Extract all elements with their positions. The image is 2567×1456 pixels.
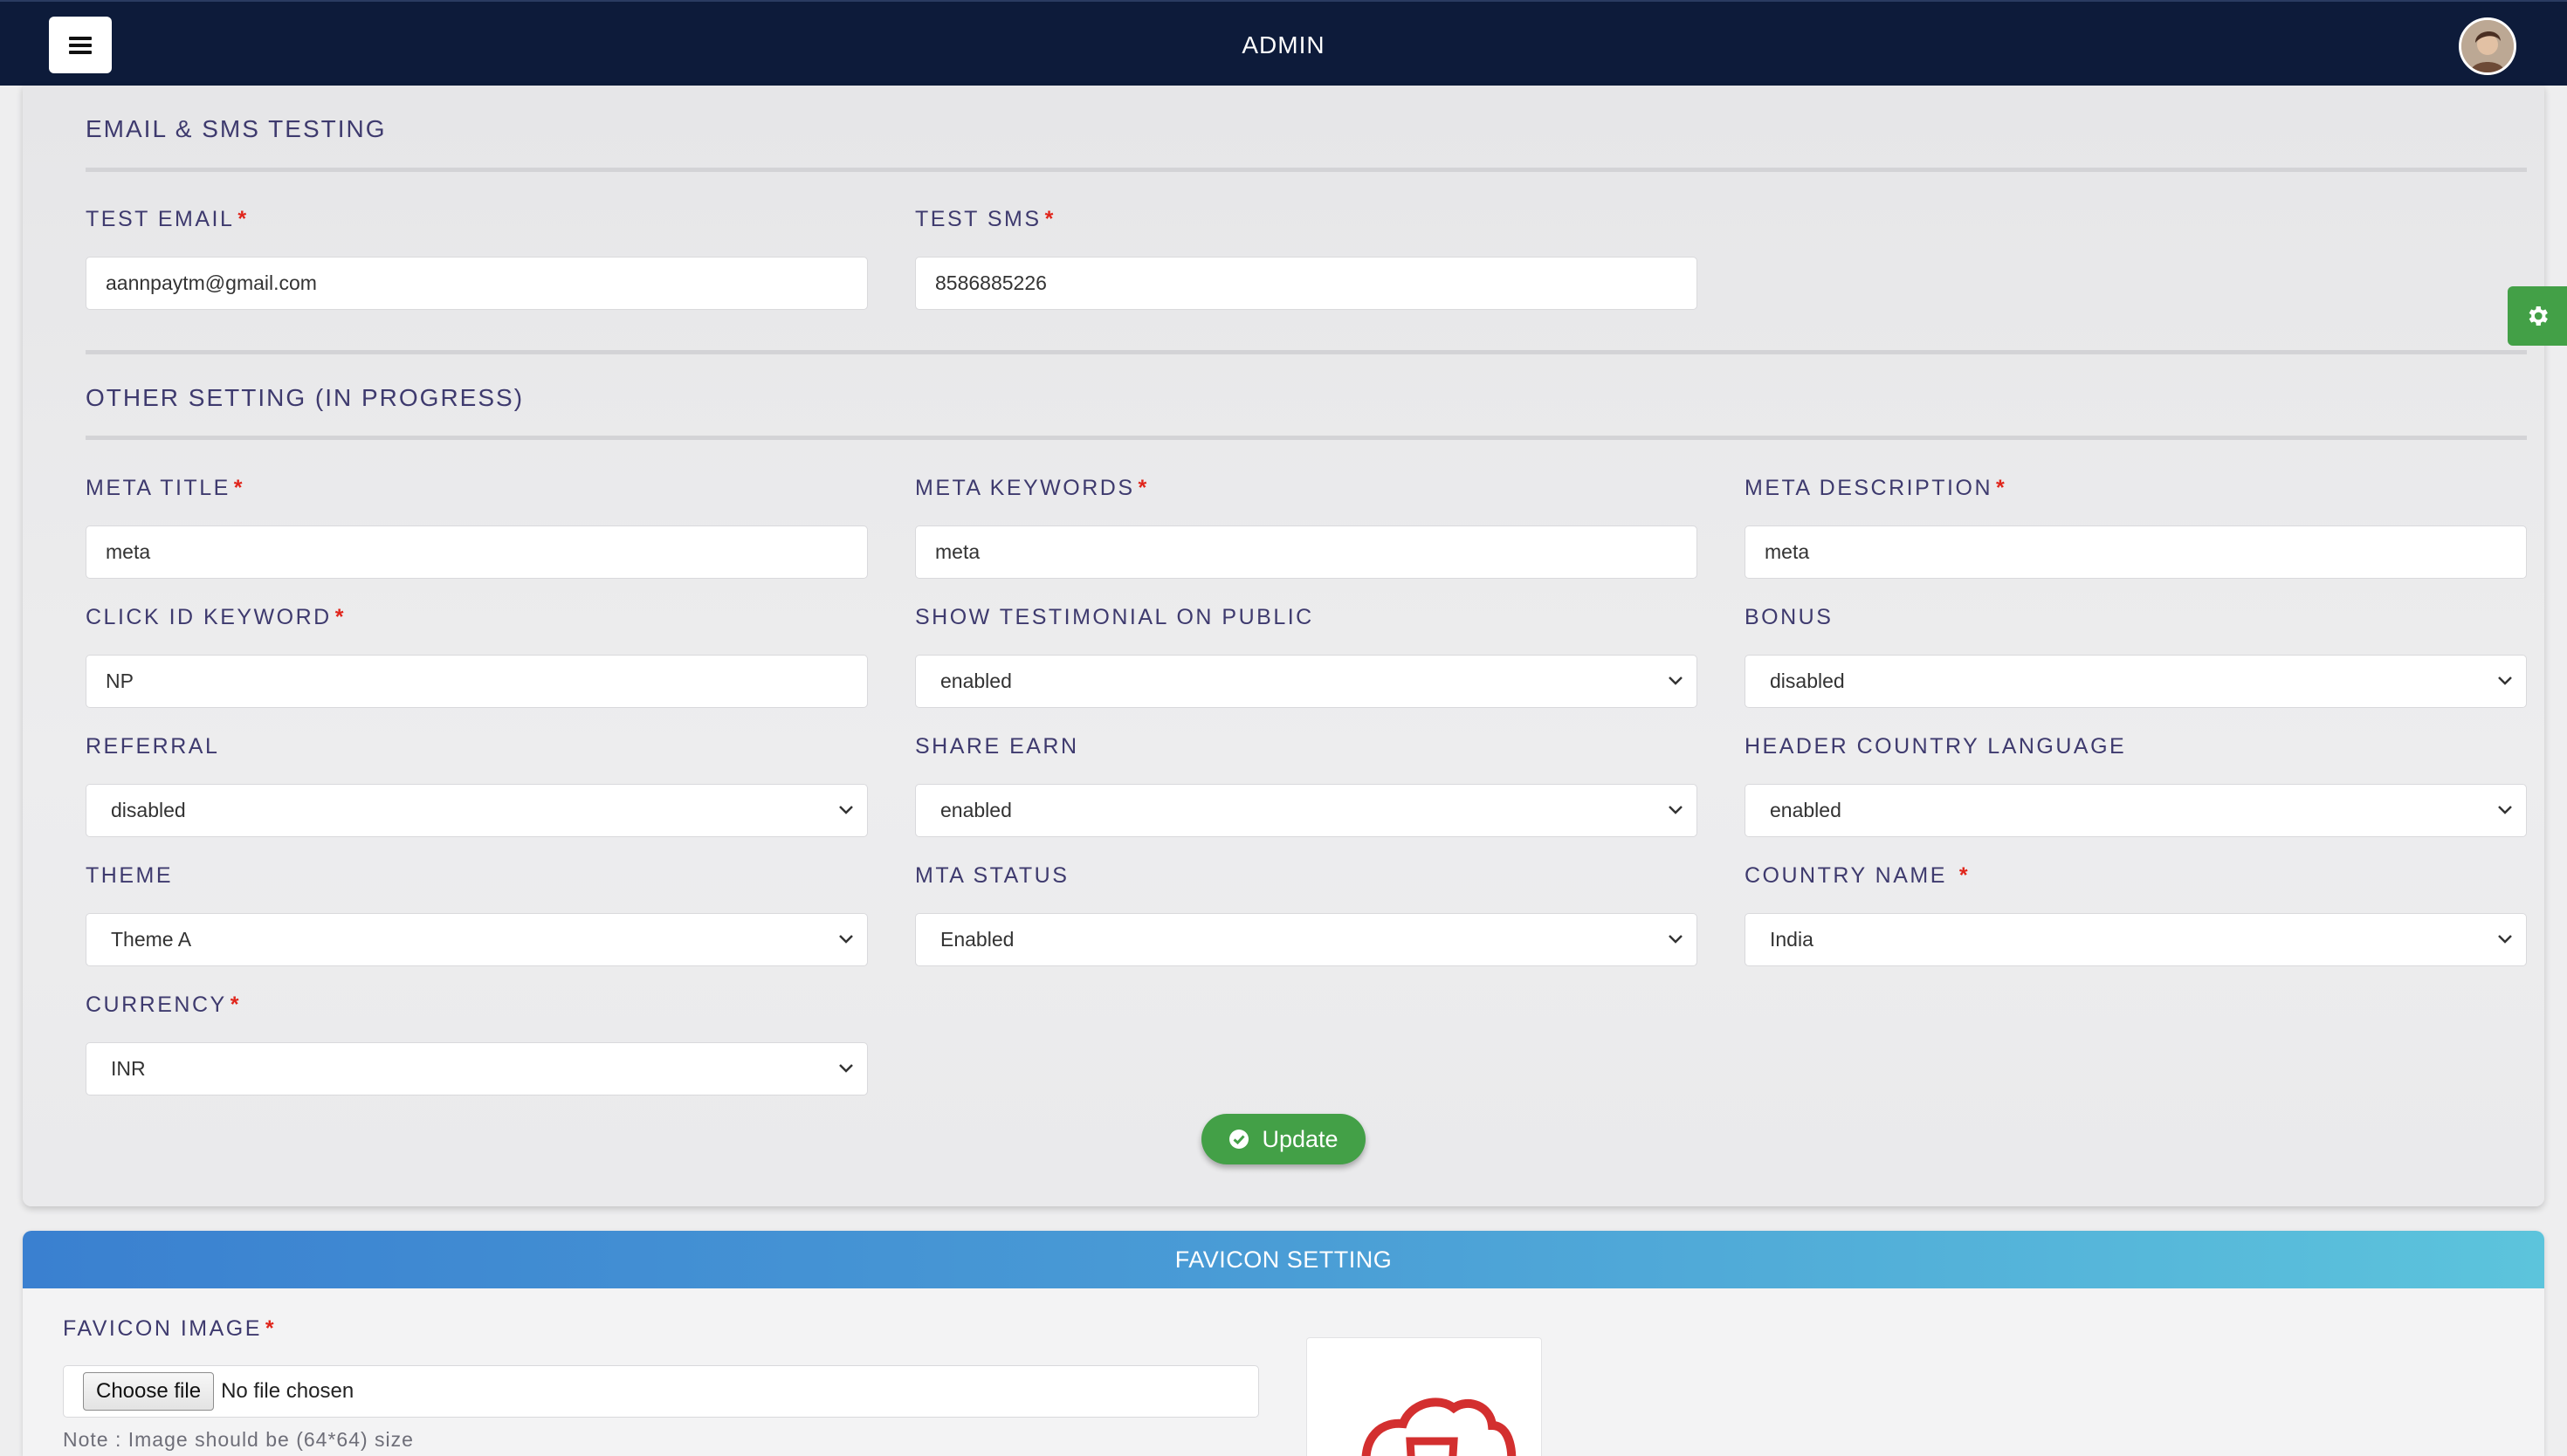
country-name-value: India: [1770, 928, 1813, 951]
meta-description-input[interactable]: meta: [1745, 525, 2527, 579]
test-email-label: TEST EMAIL *: [86, 207, 249, 231]
bonus-label: BONUS: [1745, 605, 1834, 629]
currency-value: INR: [111, 1057, 146, 1080]
update-button-label: Update: [1262, 1125, 1339, 1152]
file-status-text: No file chosen: [221, 1379, 354, 1403]
mta-status-select[interactable]: Enabled: [915, 913, 1697, 966]
section-divider: [86, 168, 2527, 172]
share-earn-value: enabled: [940, 799, 1012, 821]
chevron-down-icon: [839, 935, 853, 944]
meta-title-label: META TITLE *: [86, 476, 245, 500]
bonus-select[interactable]: disabled: [1745, 655, 2527, 708]
chevron-down-icon: [2498, 806, 2512, 814]
top-navbar: ADMIN: [0, 0, 2567, 86]
chevron-down-icon: [839, 806, 853, 814]
chevron-down-icon: [1669, 806, 1683, 814]
meta-title-input[interactable]: meta: [86, 525, 868, 579]
currency-label: CURRENCY *: [86, 992, 241, 1017]
favicon-size-note: Note : Image should be (64*64) size: [63, 1428, 414, 1451]
meta-description-label: META DESCRIPTION *: [1745, 476, 2007, 500]
section-divider: [86, 350, 2527, 354]
header-country-language-select[interactable]: enabled: [1745, 784, 2527, 837]
favicon-file-input[interactable]: Choose file No file chosen: [63, 1365, 1259, 1418]
theme-label: THEME: [86, 863, 173, 888]
referral-value: disabled: [111, 799, 186, 821]
test-sms-input[interactable]: 8586885226: [915, 257, 1697, 310]
country-name-select[interactable]: India: [1745, 913, 2527, 966]
gear-icon: [2529, 306, 2548, 326]
test-email-input[interactable]: aannpaytm@gmail.com: [86, 257, 868, 310]
bonus-value: disabled: [1770, 670, 1845, 692]
chevron-down-icon: [2498, 935, 2512, 944]
chevron-down-icon: [2498, 676, 2512, 685]
settings-panel-toggle[interactable]: [2508, 286, 2567, 346]
app-title: ADMIN: [1242, 31, 1325, 58]
chevron-down-icon: [1669, 935, 1683, 944]
choose-file-button[interactable]: Choose file: [83, 1372, 215, 1411]
email-sms-section-title: EMAIL & SMS TESTING: [86, 115, 387, 142]
mta-status-value: Enabled: [940, 928, 1015, 951]
currency-select[interactable]: INR: [86, 1042, 868, 1095]
favicon-image-label: FAVICON IMAGE *: [63, 1316, 277, 1341]
country-name-label: COUNTRY NAME *: [1745, 863, 1971, 888]
meta-keywords-label: META KEYWORDS *: [915, 476, 1149, 500]
cloud-cart-icon: [1361, 1398, 1517, 1456]
chevron-down-icon: [1669, 676, 1683, 685]
favicon-preview: [1306, 1337, 1542, 1456]
settings-card: EMAIL & SMS TESTING TEST EMAIL * aannpayt…: [23, 86, 2544, 1206]
meta-keywords-input[interactable]: meta: [915, 525, 1697, 579]
check-circle-icon: [1229, 1130, 1249, 1149]
click-id-keyword-label: CLICK ID KEYWORD *: [86, 605, 346, 629]
testimonial-label: SHOW TESTIMONIAL ON PUBLIC: [915, 605, 1314, 629]
testimonial-value: enabled: [940, 670, 1012, 692]
user-avatar[interactable]: [2459, 17, 2516, 75]
chevron-down-icon: [839, 1064, 853, 1073]
favicon-setting-card: FAVICON SETTING FAVICON IMAGE * Choose fi…: [23, 1231, 2544, 1456]
referral-select[interactable]: disabled: [86, 784, 868, 837]
share-earn-select[interactable]: enabled: [915, 784, 1697, 837]
header-country-language-value: enabled: [1770, 799, 1841, 821]
mta-status-label: MTA STATUS: [915, 863, 1070, 888]
header-country-language-label: HEADER COUNTRY LANGUAGE: [1745, 734, 2127, 759]
theme-value: Theme A: [111, 928, 192, 951]
share-earn-label: SHARE EARN: [915, 734, 1079, 759]
referral-label: REFERRAL: [86, 734, 220, 759]
favicon-setting-header: FAVICON SETTING: [23, 1231, 2544, 1288]
other-setting-section-title: OTHER SETTING (IN PROGRESS): [86, 384, 525, 411]
click-id-keyword-input[interactable]: NP: [86, 655, 868, 708]
testimonial-select[interactable]: enabled: [915, 655, 1697, 708]
section-divider: [86, 436, 2527, 440]
test-sms-label: TEST SMS *: [915, 207, 1056, 231]
theme-select[interactable]: Theme A: [86, 913, 868, 966]
update-button[interactable]: Update: [1201, 1114, 1366, 1164]
